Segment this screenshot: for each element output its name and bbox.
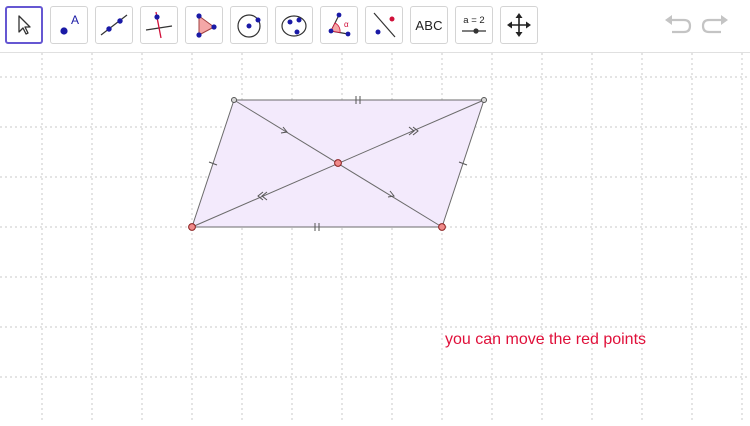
text-icon: ABC [415, 17, 443, 33]
graphics-view[interactable] [0, 53, 750, 421]
instruction-text: you can move the red points [445, 331, 647, 348]
redo-button[interactable] [700, 12, 730, 40]
vertex-a-red-point[interactable] [188, 223, 196, 231]
move-graphics-view-icon [505, 11, 533, 39]
angle-tool-button[interactable]: α [320, 6, 358, 44]
reflect-about-line-icon [369, 10, 399, 40]
text-tool-button[interactable]: ABC [410, 6, 448, 44]
reflect-tool-button[interactable] [365, 6, 403, 44]
vertex-c-point[interactable] [481, 97, 487, 103]
move-graphics-tool-button[interactable] [500, 6, 538, 44]
slider-tool-button[interactable]: a = 2 [455, 6, 493, 44]
perpendicular-line-icon [144, 10, 174, 40]
polygon-icon [189, 10, 219, 40]
perpendicular-line-tool-button[interactable] [140, 6, 178, 44]
undo-button[interactable] [663, 12, 693, 40]
point-tool-label: A [71, 13, 79, 27]
arrow-cursor-icon [14, 14, 34, 36]
geometry-canvas[interactable] [0, 53, 750, 421]
angle-icon: α [324, 10, 354, 40]
undo-icon [664, 12, 692, 41]
redo-icon [701, 12, 729, 41]
intersection-red-point[interactable] [334, 159, 342, 167]
angle-tool-label: α [344, 20, 349, 29]
point-tool-button[interactable]: A [50, 6, 88, 44]
circle-three-points-icon [279, 10, 309, 40]
line-through-points-icon [99, 11, 129, 39]
point-icon: A [55, 11, 83, 39]
circle-tool-button[interactable] [230, 6, 268, 44]
move-tool-button[interactable] [5, 6, 43, 44]
toolbar: A α ABC a = 2 [0, 0, 750, 53]
ellipse-tool-button[interactable] [275, 6, 313, 44]
line-tool-button[interactable] [95, 6, 133, 44]
slider-icon: a = 2 [458, 10, 490, 40]
circle-center-point-icon [234, 10, 264, 40]
polygon-tool-button[interactable] [185, 6, 223, 44]
vertex-d-point[interactable] [231, 97, 237, 103]
slider-tool-label: a = 2 [463, 15, 484, 26]
vertex-b-red-point[interactable] [438, 223, 446, 231]
